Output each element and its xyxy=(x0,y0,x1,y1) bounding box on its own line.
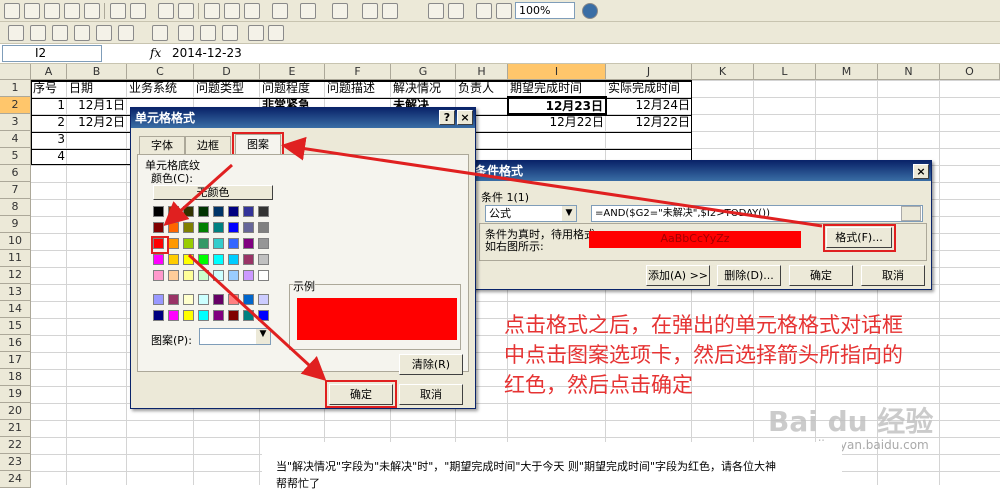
arrow-to-pattern-tab xyxy=(281,136,823,228)
watermark-logo: Bai du 经验 xyxy=(768,405,934,438)
instruction-line-1: 点击格式之后，在弹出的单元格格式对话框 xyxy=(504,313,903,337)
instruction-line-2: 中点击图案选项卡，然后选择箭头所指向的 xyxy=(504,343,903,367)
instruction-line-3: 红色，然后点击确定 xyxy=(504,373,693,397)
question-line-1: 当"解决情况"字段为"未解决"时"，"期望完成时间"大于今天 则"期望完成时间"… xyxy=(276,460,777,473)
arrow-to-ok-button xyxy=(187,253,327,382)
question-box: 当"解决情况"字段为"未解决"时"，"期望完成时间"大于今天 则"期望完成时间"… xyxy=(262,442,842,490)
question-line-2: 帮帮忙了 xyxy=(276,477,320,490)
arrow-to-red-swatch xyxy=(163,163,233,226)
